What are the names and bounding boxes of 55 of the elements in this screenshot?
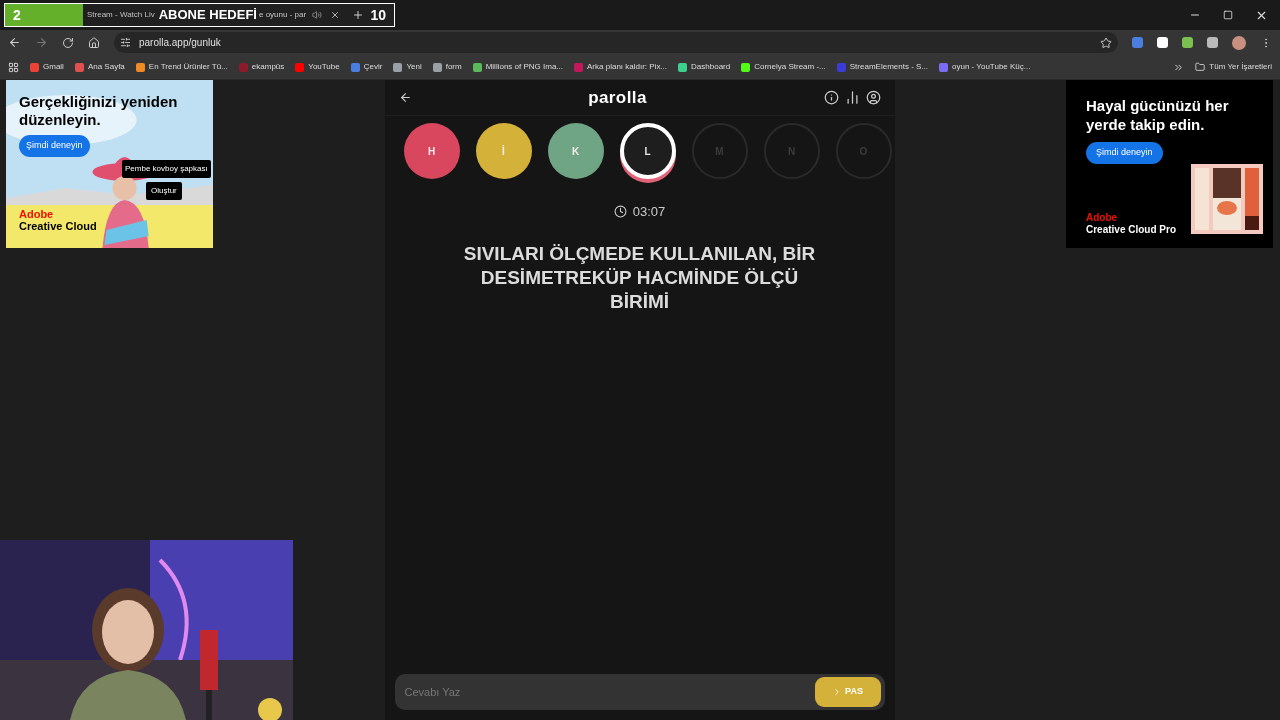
ad-headline: Gerçekliğinizi yeniden düzenleyin. (19, 93, 179, 129)
goal-label: ABONE HEDEFİ (158, 6, 257, 25)
back-icon[interactable] (8, 36, 21, 49)
home-icon[interactable] (88, 36, 100, 49)
bookmark-item[interactable]: Arka planı kaldır: Pix... (574, 61, 668, 73)
profile-icon[interactable] (865, 90, 881, 105)
bookmark-item[interactable]: Yeni (393, 61, 422, 73)
ad-cta-button[interactable]: Şimdi deneyin (19, 135, 90, 157)
bookmark-item[interactable]: En Trend Ürünler Tü... (135, 61, 228, 73)
bookmark-item[interactable]: StreamElements - S... (836, 61, 929, 73)
goal-current: 2 (13, 5, 22, 25)
bookmark-item[interactable]: Çevir (350, 61, 383, 73)
ad-brand: Adobe (19, 208, 55, 220)
extension-icon[interactable] (1157, 37, 1168, 48)
generate-button[interactable]: Oluştur (146, 182, 182, 200)
tab-title[interactable]: e oyunu - par (258, 9, 307, 21)
info-icon[interactable] (823, 90, 839, 105)
tab-title[interactable]: Stream - Watch Liv (87, 9, 155, 21)
prompt-chip: Pembe kovboy şapkası (122, 160, 211, 178)
bookmark-item[interactable]: form (432, 61, 462, 73)
timer: 03:07 (632, 203, 666, 221)
all-bookmarks[interactable]: Tüm Yer İşaretleri (1209, 61, 1272, 73)
stats-icon[interactable] (844, 90, 860, 105)
speaker-icon (312, 10, 323, 20)
apps-icon[interactable] (8, 61, 19, 73)
restore-icon[interactable] (1223, 10, 1233, 20)
question-text: SIVILARI ÖLÇMEDE KULLANILAN, BİR DESİMETREKÜP HACMİNDE ÖLÇÜ BİRİMİ (462, 241, 817, 314)
reload-icon[interactable] (62, 36, 74, 49)
bookmark-item[interactable]: YouTube (295, 61, 340, 73)
goal-target: 10 (370, 5, 386, 25)
bookmark-star-icon[interactable] (1100, 36, 1112, 49)
close-icon[interactable] (330, 10, 341, 20)
ad-product: Creative Cloud (19, 220, 97, 232)
forward-icon (35, 36, 48, 49)
ad-brand: Adobe (1086, 212, 1119, 224)
bookmark-item[interactable]: Millions of PNG Ima... (472, 61, 564, 73)
bookmark-item[interactable]: Dashboard (678, 61, 731, 73)
url-text: parolla.app/gunluk (139, 36, 221, 50)
extension-icon[interactable] (1182, 37, 1193, 48)
bookmark-item[interactable]: Cornelya Stream -... (741, 61, 826, 73)
ad-cta-button[interactable]: Şimdi deneyin (1086, 142, 1163, 164)
ad-product: Creative Cloud Pro (1086, 224, 1177, 236)
new-tab-icon[interactable] (352, 9, 365, 21)
clock-icon (613, 205, 627, 219)
bookmark-item[interactable]: Ana Sayfa (74, 61, 125, 73)
ad-headline: Hayal gücünüzü her yerde takip edin. (1086, 96, 1230, 134)
bookmark-item[interactable]: ekampüs (238, 61, 285, 73)
folder-icon (1195, 62, 1206, 72)
bookmark-item[interactable]: Gmail (30, 61, 64, 73)
back-icon[interactable] (398, 91, 412, 104)
app-title: parolla (587, 86, 648, 109)
site-settings-icon[interactable] (120, 37, 131, 48)
bookmark-item[interactable]: oyun - YouTube Küç... (939, 61, 1031, 73)
address-field[interactable]: parolla.app/gunluk (114, 32, 1118, 53)
extension-icon[interactable] (1207, 37, 1218, 48)
